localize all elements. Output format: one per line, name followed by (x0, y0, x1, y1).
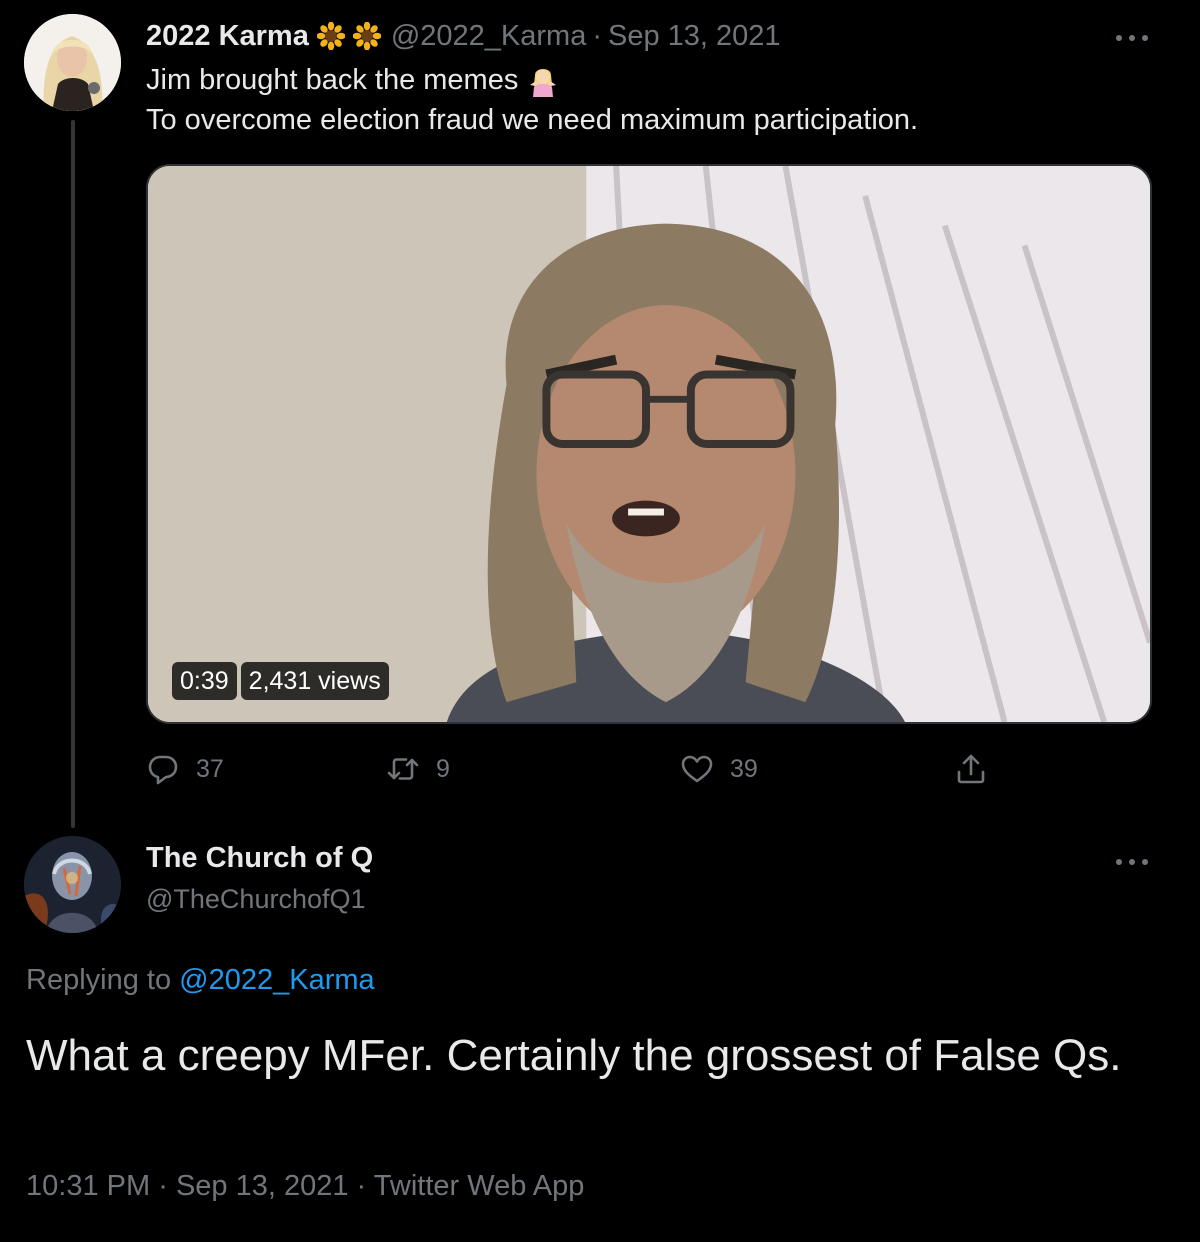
more-options-button[interactable] (1112, 854, 1152, 870)
tweet-text: Jim brought back the memes To overcome e… (146, 60, 1146, 140)
thread-connector-line (71, 120, 75, 828)
tweet-time[interactable]: 10:31 PM (26, 1170, 150, 1202)
sunflower-icon (316, 22, 345, 50)
tweet-text-line: Jim brought back the memes (146, 64, 519, 96)
tweet-text-line: To overcome election fraud we need maxim… (146, 104, 919, 136)
retweet-count: 9 (436, 754, 450, 783)
share-icon (957, 754, 985, 784)
more-dot (1129, 35, 1135, 41)
tweet-header: 2022 Karma @2022_Karma · Sep 13, 2021 (146, 16, 781, 56)
avatar[interactable] (24, 836, 121, 933)
tweet-date[interactable]: Sep 13, 2021 (608, 20, 781, 53)
display-name[interactable]: 2022 Karma (146, 20, 309, 53)
more-dot (1129, 859, 1135, 865)
mention-link[interactable]: @2022_Karma (179, 964, 375, 996)
retweet-button[interactable]: 9 (386, 752, 450, 786)
avatar-image (24, 836, 121, 933)
share-button[interactable] (954, 752, 988, 786)
video-views: 2,431 views (240, 662, 389, 700)
avatar[interactable] (24, 14, 121, 111)
reply-icon (148, 755, 178, 785)
video-badges: 0:39 2,431 views (172, 662, 389, 700)
like-count: 39 (730, 754, 758, 783)
display-name[interactable]: The Church of Q (146, 842, 373, 875)
video-duration: 0:39 (172, 662, 237, 700)
more-dot (1142, 35, 1148, 41)
reply-count: 37 (196, 754, 224, 783)
like-button[interactable]: 39 (680, 752, 758, 786)
tweet-thread: 2022 Karma @2022_Karma · Sep 13, 2021 Ji… (0, 0, 1200, 1242)
more-dot (1142, 859, 1148, 865)
handle[interactable]: @2022_Karma (391, 20, 587, 53)
tweet-text: What a creepy MFer. Certainly the grosse… (26, 1031, 1122, 1080)
tweet-date[interactable]: Sep 13, 2021 (176, 1170, 349, 1202)
reply-button[interactable]: 37 (146, 752, 224, 786)
heart-icon (681, 755, 713, 783)
handle[interactable]: @TheChurchofQ1 (146, 884, 366, 915)
woman-shrugging-icon (526, 63, 560, 97)
tweet-actions: 37 9 39 (146, 752, 1006, 792)
separator: · (356, 1170, 367, 1202)
separator: · (592, 19, 603, 52)
tweet-meta: 10:31 PM · Sep 13, 2021 · Twitter Web Ap… (26, 1170, 584, 1203)
more-dot (1116, 859, 1122, 865)
sunflower-icon (352, 22, 381, 50)
video-frame (148, 166, 1150, 722)
replying-prefix: Replying to (26, 964, 172, 996)
retweet-icon (387, 758, 419, 780)
more-dot (1116, 35, 1122, 41)
separator: · (158, 1170, 168, 1202)
tweet-source[interactable]: Twitter Web App (374, 1170, 585, 1202)
avatar-image (24, 14, 121, 111)
video-player[interactable]: 0:39 2,431 views (146, 164, 1152, 724)
more-options-button[interactable] (1112, 30, 1152, 46)
replying-to: Replying to @2022_Karma (26, 964, 375, 997)
